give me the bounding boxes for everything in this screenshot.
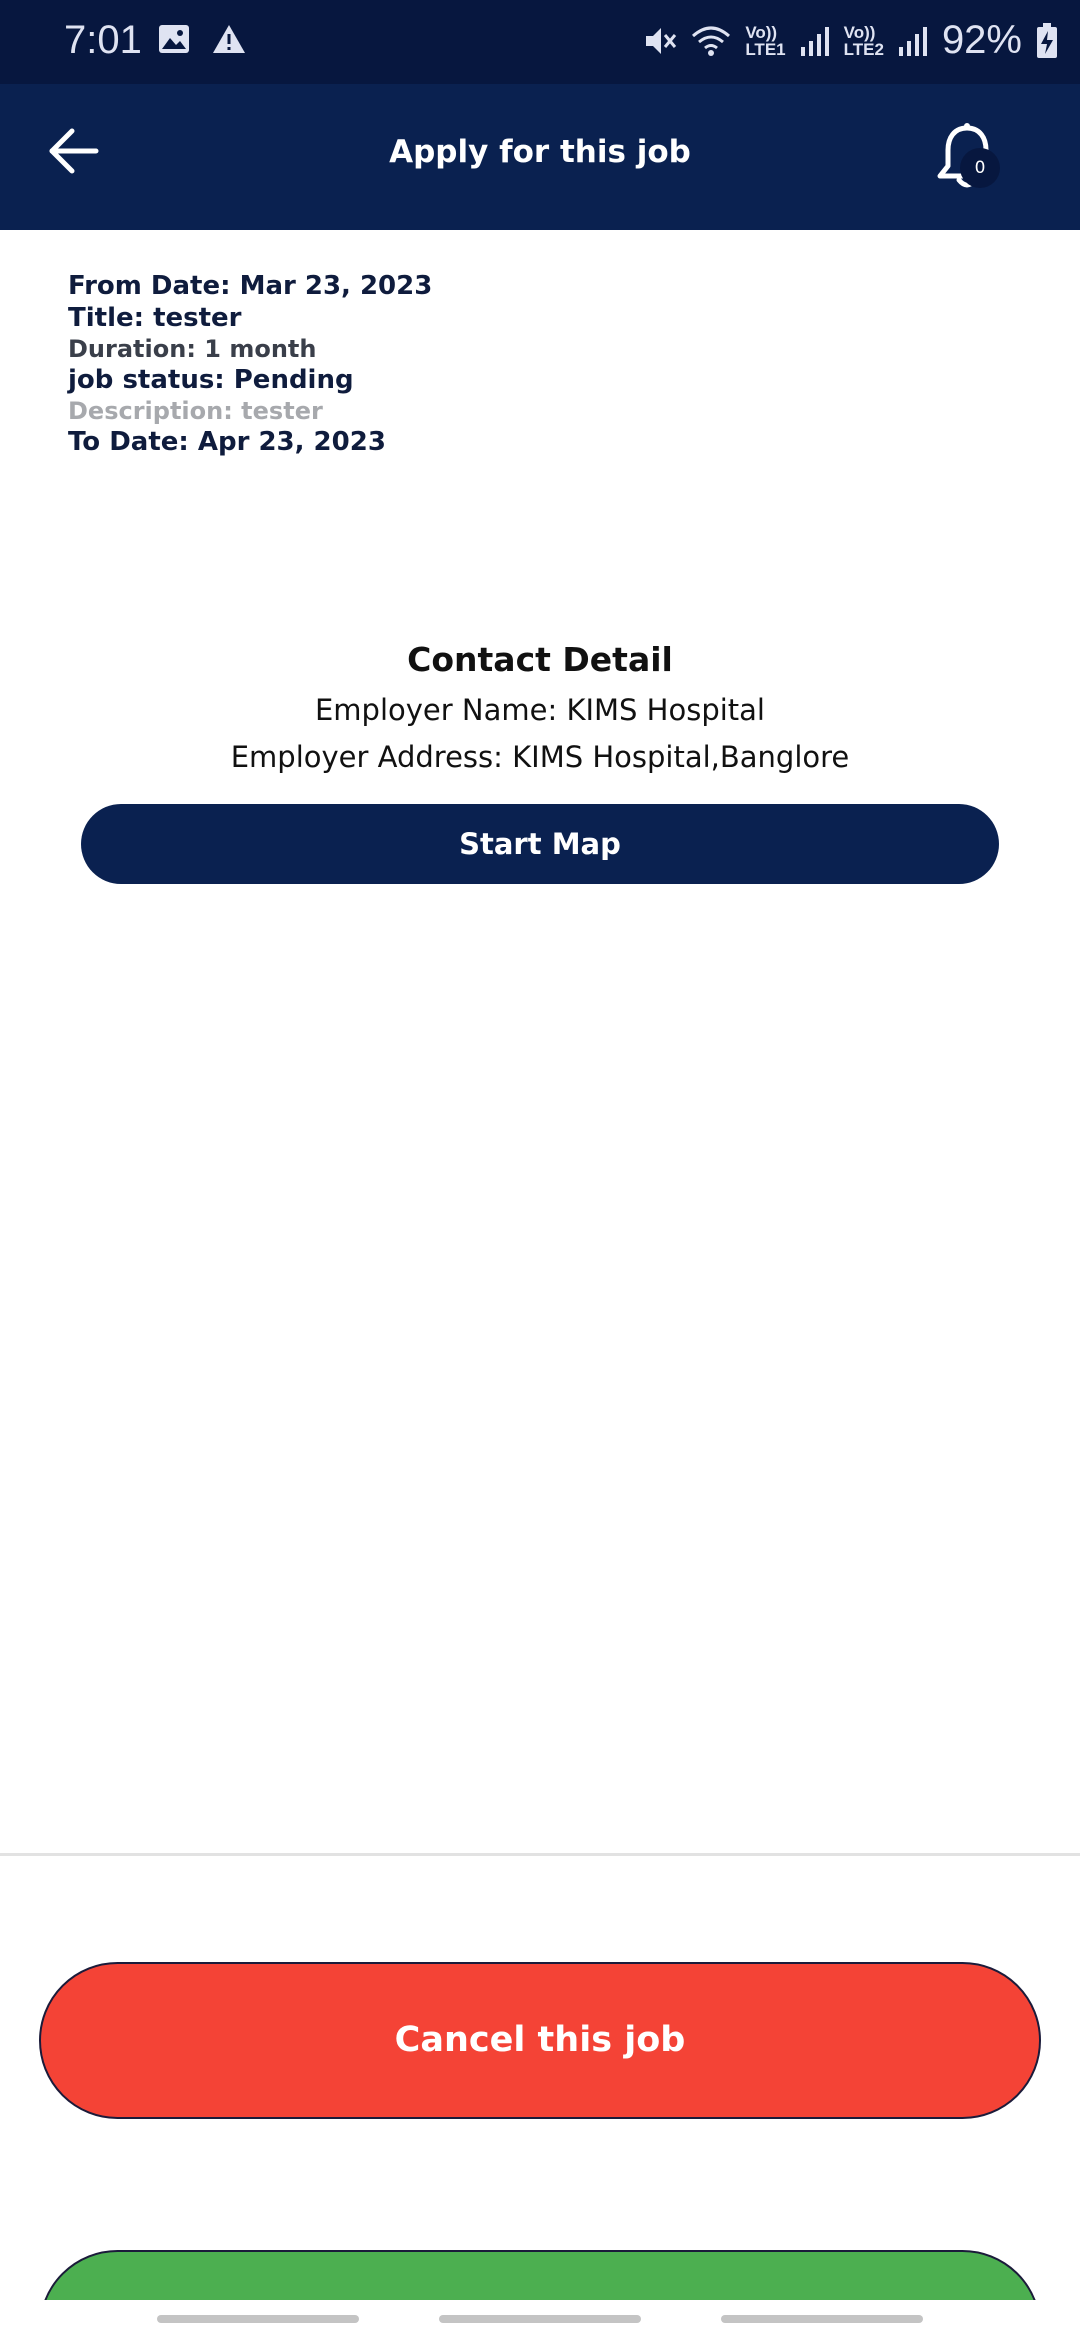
battery-charging-icon — [1037, 22, 1057, 58]
navigation-bar — [0, 2300, 1080, 2340]
employer-name: Employer Name: KIMS Hospital — [314, 693, 765, 727]
mute-icon — [646, 27, 677, 54]
status-time: 7:01 — [64, 18, 142, 62]
from-date: From Date: Mar 23, 2023 — [68, 271, 433, 301]
image-icon — [159, 25, 189, 53]
page-title: Apply for this job — [389, 134, 691, 170]
lte1-indicator: Vo)) LTE1 — [745, 22, 786, 59]
job-status: job status: Pending — [68, 365, 354, 395]
employer-address: Employer Address: KIMS Hospital,Banglore — [230, 740, 850, 774]
contact-detail-heading: Contact Detail — [407, 640, 673, 679]
start-map-button[interactable]: Start Map — [81, 804, 999, 884]
notification-count-badge: 0 — [960, 148, 1000, 188]
divider — [0, 1853, 1080, 1856]
job-details: From Date: Mar 23, 2023 Title: tester Du… — [68, 270, 868, 458]
warning-icon — [213, 25, 245, 53]
signal-icon — [800, 26, 829, 56]
job-title: Title: tester — [68, 303, 242, 333]
home-nav-button[interactable] — [439, 2315, 641, 2323]
battery-percentage: 92% — [941, 18, 1022, 62]
status-bar: 7:01 Vo)) LTE1 Vo)) LTE2 92% — [0, 0, 1080, 84]
to-date: To Date: Apr 23, 2023 — [68, 427, 386, 457]
cancel-job-button[interactable]: Cancel this job — [39, 1962, 1041, 2119]
job-duration: Duration: 1 month — [68, 335, 317, 363]
app-bar: Apply for this job 0 — [0, 84, 1080, 230]
lte2-indicator: Vo)) LTE2 — [843, 22, 884, 59]
back-nav-button[interactable] — [721, 2315, 923, 2323]
recents-nav-button[interactable] — [157, 2315, 359, 2323]
wifi-icon — [692, 26, 731, 56]
job-description: Description: tester — [68, 397, 323, 425]
signal-icon — [898, 26, 927, 56]
